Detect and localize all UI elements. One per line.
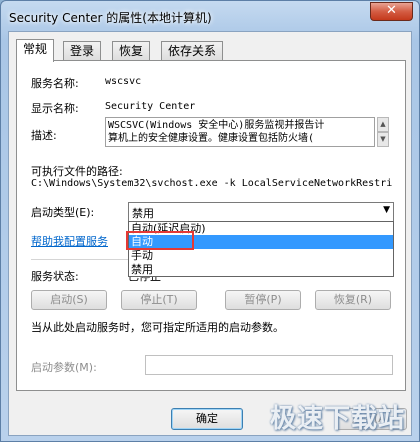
dialog-client-area: 常规 登录 恢复 依存关系 服务名称: wscsvc 显示名称: Securit… <box>8 31 412 436</box>
service-name-value: wscsvc <box>105 76 142 87</box>
exe-path-value: C:\Windows\System32\svchost.exe -k Local… <box>31 178 393 189</box>
resume-button[interactable]: 恢复(R) <box>315 290 391 310</box>
help-configure-link[interactable]: 帮助我配置服务 <box>31 233 108 249</box>
watermark-logo: 极速下载站 <box>269 404 405 434</box>
tab-recovery[interactable]: 恢复 <box>112 41 151 61</box>
general-tab-panel: 服务名称: wscsvc 显示名称: Security Center 描述: W… <box>16 60 406 391</box>
start-params-input[interactable] <box>145 355 393 375</box>
pause-button[interactable]: 暂停(P) <box>225 290 301 310</box>
startup-type-combobox[interactable]: 禁用 ▼ <box>128 202 394 222</box>
window-title: Security Center 的属性(本地计算机) <box>9 11 212 25</box>
description-line-1: WSCSVC(Windows 安全中心)服务监视并报告计 <box>108 120 325 131</box>
close-icon: ✕ <box>386 3 397 18</box>
start-params-label: 启动参数(M): <box>31 361 97 374</box>
dropdown-option-manual[interactable]: 手动 <box>129 249 393 263</box>
start-button[interactable]: 启动(S) <box>31 290 107 310</box>
annotation-highlight-box <box>126 231 194 250</box>
ok-button[interactable]: 确定 <box>171 408 243 430</box>
description-scroll-down[interactable]: ▼ <box>377 132 389 147</box>
description-label: 描述: <box>31 129 57 142</box>
start-params-note: 当从此处启动服务时，您可指定所适用的启动参数。 <box>31 321 284 334</box>
exe-path-label: 可执行文件的路径: <box>31 165 123 178</box>
tab-general[interactable]: 常规 <box>16 39 55 62</box>
tab-logon[interactable]: 登录 <box>63 41 102 61</box>
startup-type-label: 启动类型(E): <box>31 206 95 219</box>
properties-window: Security Center 的属性(本地计算机) ✕ 常规 登录 恢复 依存… <box>0 0 420 442</box>
close-button[interactable]: ✕ <box>370 2 413 21</box>
tab-dependencies[interactable]: 依存关系 <box>161 41 224 61</box>
description-line-2: 算机上的安全健康设置。健康设置包括防火墙( <box>108 133 315 144</box>
display-name-value: Security Center <box>105 101 196 112</box>
chevron-down-icon: ▼ <box>383 205 390 215</box>
description-text[interactable]: WSCSVC(Windows 安全中心)服务监视并报告计 算机上的安全健康设置。… <box>105 117 375 147</box>
stop-button[interactable]: 停止(T) <box>121 290 197 310</box>
dropdown-option-disabled[interactable]: 禁用 <box>129 263 393 277</box>
description-scroll-up[interactable]: ▲ <box>377 117 389 132</box>
title-bar[interactable]: Security Center 的属性(本地计算机) ✕ <box>1 1 419 31</box>
service-status-label: 服务状态: <box>31 270 79 283</box>
display-name-label: 显示名称: <box>31 102 79 115</box>
service-name-label: 服务名称: <box>31 77 79 90</box>
startup-type-selected: 禁用 <box>132 207 154 220</box>
